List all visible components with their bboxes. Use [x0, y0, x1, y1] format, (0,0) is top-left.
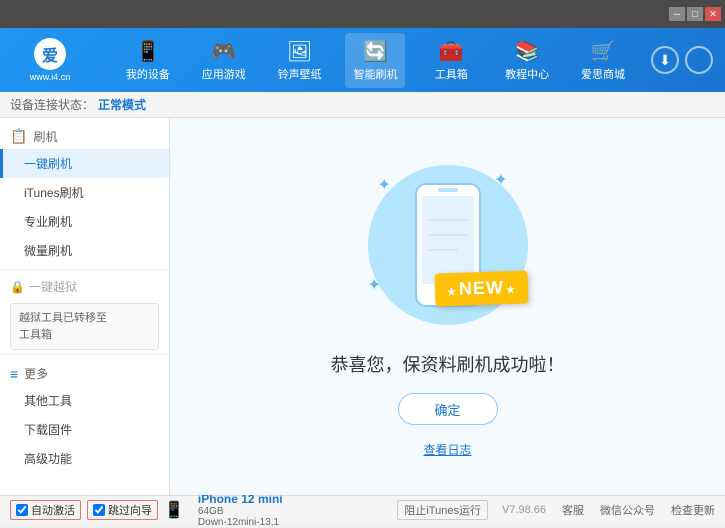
tour-link[interactable]: 查看日志 [423, 441, 471, 458]
sidebar-item-one-key-flash[interactable]: 一键刷机 [0, 149, 169, 178]
bottom-left: 自动激活 跳过向导 📱 iPhone 12 mini 64GB Down-12m… [10, 492, 387, 528]
download-button[interactable]: ⬇ [651, 46, 679, 74]
sidebar-item-pro-flash[interactable]: 专业刷机 [0, 207, 169, 236]
stop-itunes-button[interactable]: 阻止iTunes运行 [397, 500, 488, 520]
more-section-icon: ≡ [10, 366, 18, 382]
wechat-link[interactable]: 微信公众号 [600, 502, 655, 518]
device-icon: 📱 [164, 500, 184, 520]
notice-text: 越狱工具已转移至工具箱 [19, 312, 107, 341]
nav-item-wallpaper[interactable]: 🖼 铃声壁纸 [270, 33, 330, 88]
wallpaper-nav-label: 铃声壁纸 [278, 66, 322, 82]
store-nav-icon: 🛒 [591, 39, 616, 64]
nav-item-toolbox[interactable]: 🧰 工具箱 [421, 33, 481, 88]
sidebar-item-download-firmware[interactable]: 下载固件 [0, 415, 169, 444]
nav-item-store[interactable]: 🛒 爱思商城 [573, 33, 633, 88]
status-bar: 设备连接状态： 正常模式 [0, 92, 725, 118]
maximize-button[interactable]: □ [687, 7, 703, 21]
sidebar-divider-2 [0, 354, 169, 355]
wallpaper-nav-icon: 🖼 [287, 39, 312, 64]
success-title: 恭喜您，保资料刷机成功啦！ [331, 351, 565, 377]
title-bar: ─ □ ✕ [0, 0, 725, 28]
device-nav-label: 我的设备 [126, 66, 170, 82]
flash-section-label: 刷机 [33, 128, 57, 145]
version-text: V7.98.66 [502, 504, 546, 516]
sidebar-flash-section: 📋 刷机 [0, 122, 169, 149]
device-model: Down-12mini-13,1 [198, 517, 283, 528]
logo-icon: 爱 [34, 38, 66, 70]
bottom-right: V7.98.66 客服 微信公众号 检查更新 [502, 502, 715, 518]
sparkle-2: ✦ [494, 170, 507, 190]
nav-right-controls: ⬇ 👤 [651, 46, 725, 74]
status-label: 设备连接状态： [10, 96, 94, 113]
sidebar-notice: 越狱工具已转移至工具箱 [10, 303, 159, 350]
logo-text: www.i4.cn [30, 72, 71, 82]
auto-activate-input[interactable] [16, 504, 28, 516]
sidebar-more-section: ≡ 更多 [0, 359, 169, 386]
store-nav-label: 爱思商城 [581, 66, 625, 82]
device-info: iPhone 12 mini 64GB Down-12mini-13,1 [198, 492, 283, 528]
main-layout: 📋 刷机 一键刷机 iTunes刷机 专业刷机 微量刷机 🔒 一键越狱 越狱工具… [0, 118, 725, 495]
phone-illustration: ✦ ✦ ✦ NEW [358, 155, 538, 335]
auto-activate-checkbox[interactable]: 自动激活 [10, 500, 81, 520]
apps-nav-label: 应用游戏 [202, 66, 246, 82]
confirm-button[interactable]: 确定 [398, 393, 498, 425]
apps-nav-icon: 🎮 [211, 39, 236, 64]
nav-item-apps[interactable]: 🎮 应用游戏 [194, 33, 254, 88]
flash-section-icon: 📋 [10, 128, 27, 145]
auto-activate-label: 自动激活 [31, 502, 75, 518]
smart-flash-nav-icon: 🔄 [363, 39, 388, 64]
skip-wizard-label: 跳过向导 [108, 502, 152, 518]
nav-item-my-device[interactable]: 📱 我的设备 [118, 33, 178, 88]
lock-icon: 🔒 [10, 280, 25, 294]
check-update-link[interactable]: 检查更新 [671, 502, 715, 518]
minimize-button[interactable]: ─ [669, 7, 685, 21]
sidebar-item-advanced[interactable]: 高级功能 [0, 444, 169, 473]
header: 爱 www.i4.cn 📱 我的设备 🎮 应用游戏 🖼 铃声壁纸 🔄 智能刷机 … [0, 28, 725, 92]
new-badge: NEW [434, 270, 528, 306]
nav-item-smart-flash[interactable]: 🔄 智能刷机 [345, 33, 405, 88]
skip-wizard-input[interactable] [93, 504, 105, 516]
tutorial-nav-icon: 📚 [515, 39, 540, 64]
locked-label: 一键越狱 [29, 278, 77, 295]
sidebar-divider-1 [0, 269, 169, 270]
sidebar-locked-item: 🔒 一键越狱 [0, 274, 169, 299]
sidebar-item-micro-flash[interactable]: 微量刷机 [0, 236, 169, 265]
sparkle-3: ✦ [368, 275, 381, 295]
close-button[interactable]: ✕ [705, 7, 721, 21]
success-card: ✦ ✦ ✦ NEW [331, 155, 565, 458]
user-button[interactable]: 👤 [685, 46, 713, 74]
nav-bar: 📱 我的设备 🎮 应用游戏 🖼 铃声壁纸 🔄 智能刷机 🧰 工具箱 📚 教程中心… [100, 28, 651, 92]
nav-item-tutorial[interactable]: 📚 教程中心 [497, 33, 557, 88]
sidebar-item-other-tools[interactable]: 其他工具 [0, 386, 169, 415]
sidebar: 📋 刷机 一键刷机 iTunes刷机 专业刷机 微量刷机 🔒 一键越狱 越狱工具… [0, 118, 170, 495]
sidebar-item-itunes-flash[interactable]: iTunes刷机 [0, 178, 169, 207]
sparkle-1: ✦ [378, 175, 391, 195]
skip-wizard-checkbox[interactable]: 跳过向导 [87, 500, 158, 520]
bottom-bar: 自动激活 跳过向导 📱 iPhone 12 mini 64GB Down-12m… [0, 495, 725, 523]
customer-service-link[interactable]: 客服 [562, 502, 584, 518]
device-storage: 64GB [198, 506, 283, 517]
content-area: ✦ ✦ ✦ NEW [170, 118, 725, 495]
logo-area[interactable]: 爱 www.i4.cn [0, 28, 100, 92]
toolbox-nav-label: 工具箱 [435, 66, 468, 82]
window-controls: ─ □ ✕ [669, 7, 721, 21]
smart-flash-nav-label: 智能刷机 [353, 66, 397, 82]
toolbox-nav-icon: 🧰 [439, 39, 464, 64]
status-value: 正常模式 [98, 96, 146, 113]
tutorial-nav-label: 教程中心 [505, 66, 549, 82]
more-section-label: 更多 [24, 365, 48, 382]
device-nav-icon: 📱 [135, 39, 160, 64]
